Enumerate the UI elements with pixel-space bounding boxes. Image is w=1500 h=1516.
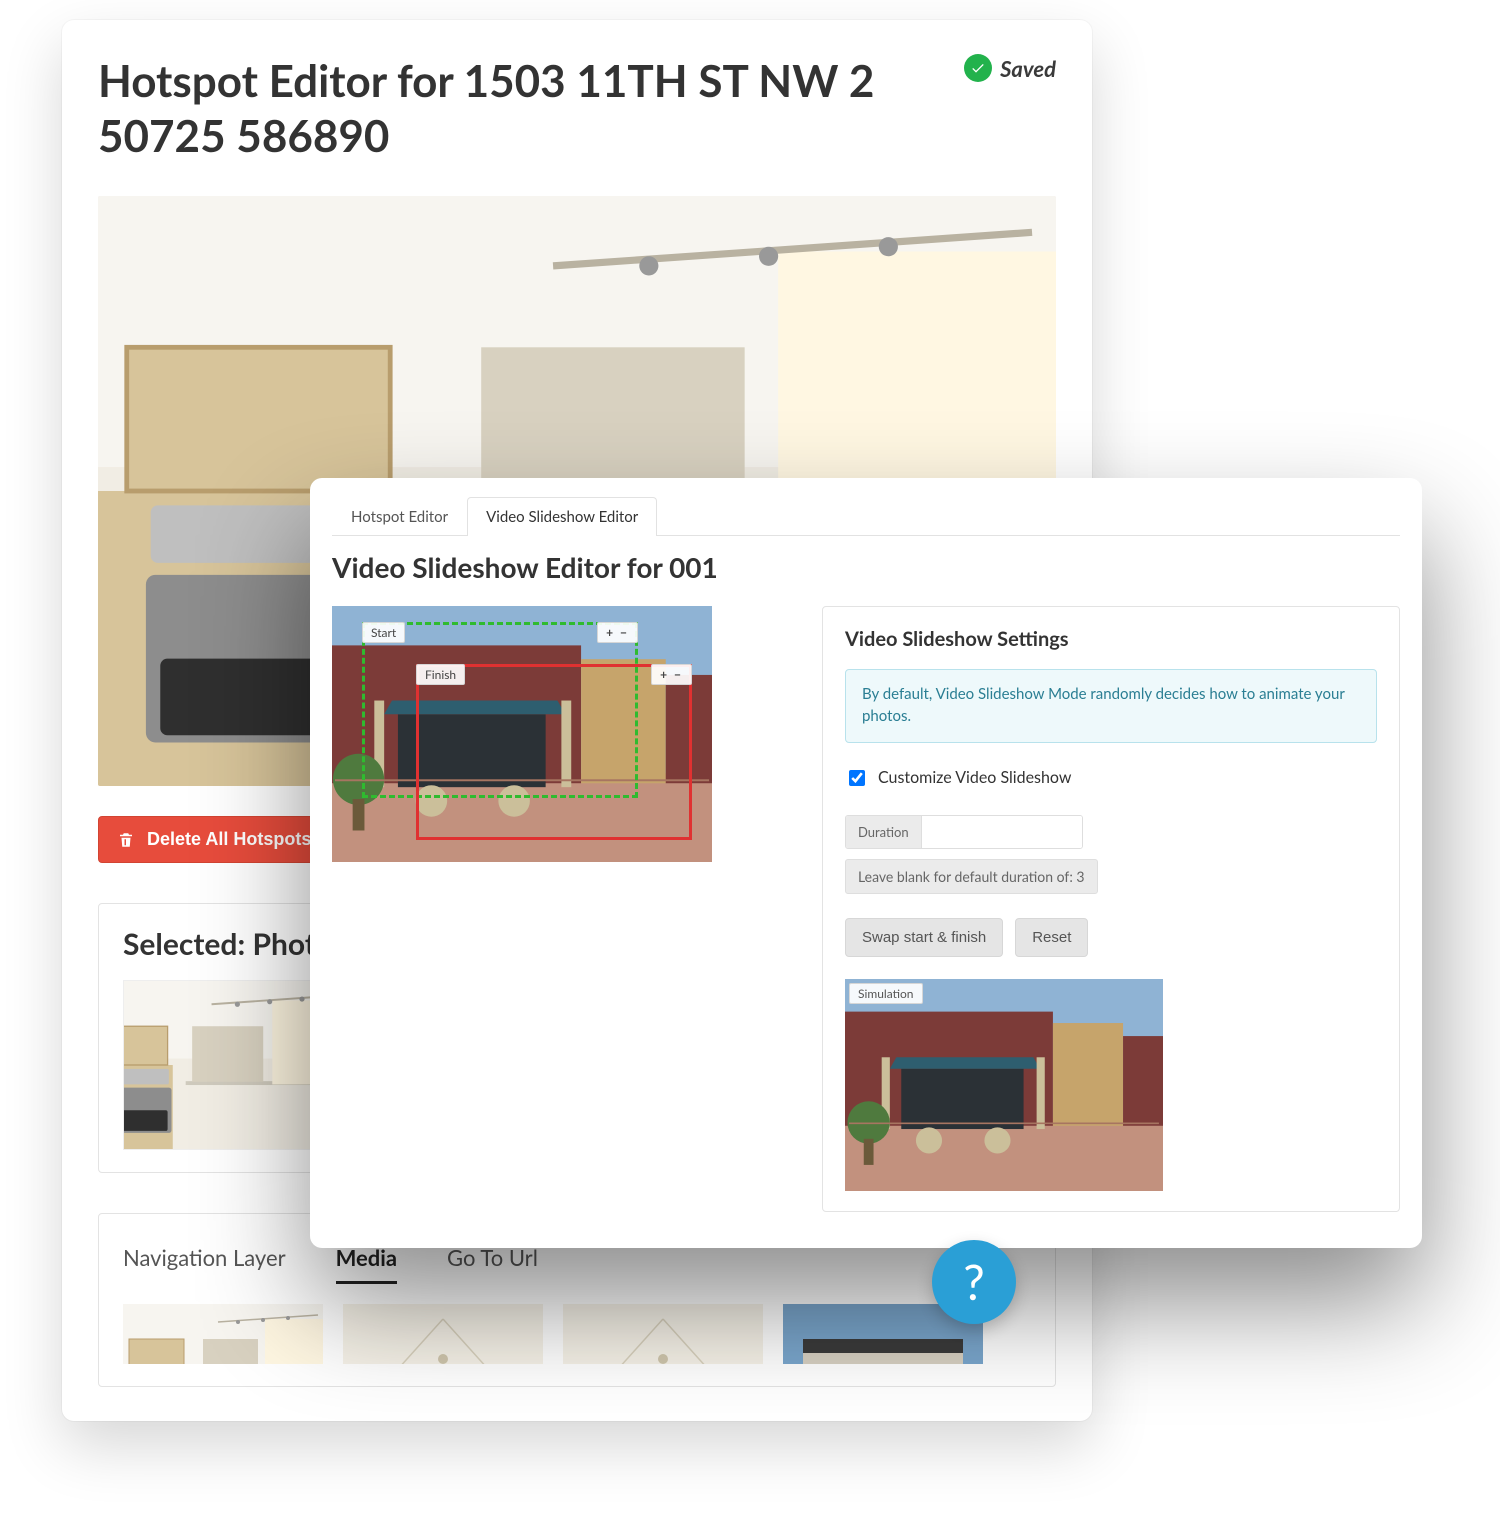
customize-checkbox[interactable] bbox=[849, 770, 865, 786]
delete-button-label: Delete All Hotspots bbox=[147, 829, 311, 850]
video-slideshow-editor-card: Hotspot Editor Video Slideshow Editor Vi… bbox=[310, 478, 1422, 1248]
customize-checkbox-row[interactable]: Customize Video Slideshow bbox=[845, 767, 1377, 789]
finish-frame-label: Finish bbox=[416, 664, 465, 685]
media-tabs: Navigation Layer Media Go To Url bbox=[123, 1244, 1031, 1284]
reset-button[interactable]: Reset bbox=[1015, 918, 1088, 957]
tab-hotspot-editor[interactable]: Hotspot Editor bbox=[332, 497, 467, 536]
question-icon: ? bbox=[963, 1254, 984, 1311]
tab-media[interactable]: Media bbox=[336, 1244, 397, 1284]
settings-title: Video Slideshow Settings bbox=[845, 627, 1377, 651]
tab-video-slideshow-editor[interactable]: Video Slideshow Editor bbox=[467, 497, 657, 536]
check-circle-icon bbox=[964, 54, 992, 82]
start-frame-label: Start bbox=[362, 622, 405, 643]
save-status-text: Saved bbox=[1000, 55, 1056, 82]
selected-photo-thumbnail[interactable] bbox=[123, 980, 313, 1150]
simulation-preview: Simulation bbox=[845, 979, 1163, 1191]
finish-frame[interactable]: Finish + − bbox=[416, 664, 692, 840]
help-button[interactable]: ? bbox=[932, 1240, 1016, 1324]
editor-tabs: Hotspot Editor Video Slideshow Editor bbox=[332, 496, 1400, 536]
customize-checkbox-label: Customize Video Slideshow bbox=[878, 768, 1071, 787]
delete-all-hotspots-button[interactable]: Delete All Hotspots bbox=[98, 816, 330, 863]
media-thumbnail[interactable] bbox=[343, 1304, 543, 1364]
tab-go-to-url[interactable]: Go To Url bbox=[447, 1244, 538, 1281]
page-title: Hotspot Editor for 1503 11TH ST NW 2 507… bbox=[98, 54, 878, 164]
swap-start-finish-button[interactable]: Swap start & finish bbox=[845, 918, 1003, 957]
trash-icon bbox=[117, 830, 135, 850]
media-thumbnail[interactable] bbox=[123, 1304, 323, 1364]
media-gallery bbox=[123, 1304, 1031, 1364]
duration-hint: Leave blank for default duration of: 3 bbox=[845, 859, 1098, 894]
save-status-badge: Saved bbox=[964, 54, 1056, 82]
duration-input[interactable] bbox=[922, 816, 1082, 848]
slideshow-editor-title: Video Slideshow Editor for 001 bbox=[332, 550, 1400, 584]
settings-info: By default, Video Slideshow Mode randoml… bbox=[845, 669, 1377, 743]
slideshow-settings-panel: Video Slideshow Settings By default, Vid… bbox=[822, 606, 1400, 1212]
start-frame-zoom-buttons[interactable]: + − bbox=[597, 622, 638, 643]
tab-navigation-layer[interactable]: Navigation Layer bbox=[123, 1244, 286, 1281]
media-thumbnail[interactable] bbox=[563, 1304, 763, 1364]
simulation-label: Simulation bbox=[849, 983, 923, 1004]
duration-label: Duration bbox=[846, 816, 922, 848]
finish-frame-zoom-buttons[interactable]: + − bbox=[651, 664, 692, 685]
duration-input-group: Duration bbox=[845, 815, 1083, 849]
slideshow-preview[interactable]: Start + − Finish + − bbox=[332, 606, 712, 862]
